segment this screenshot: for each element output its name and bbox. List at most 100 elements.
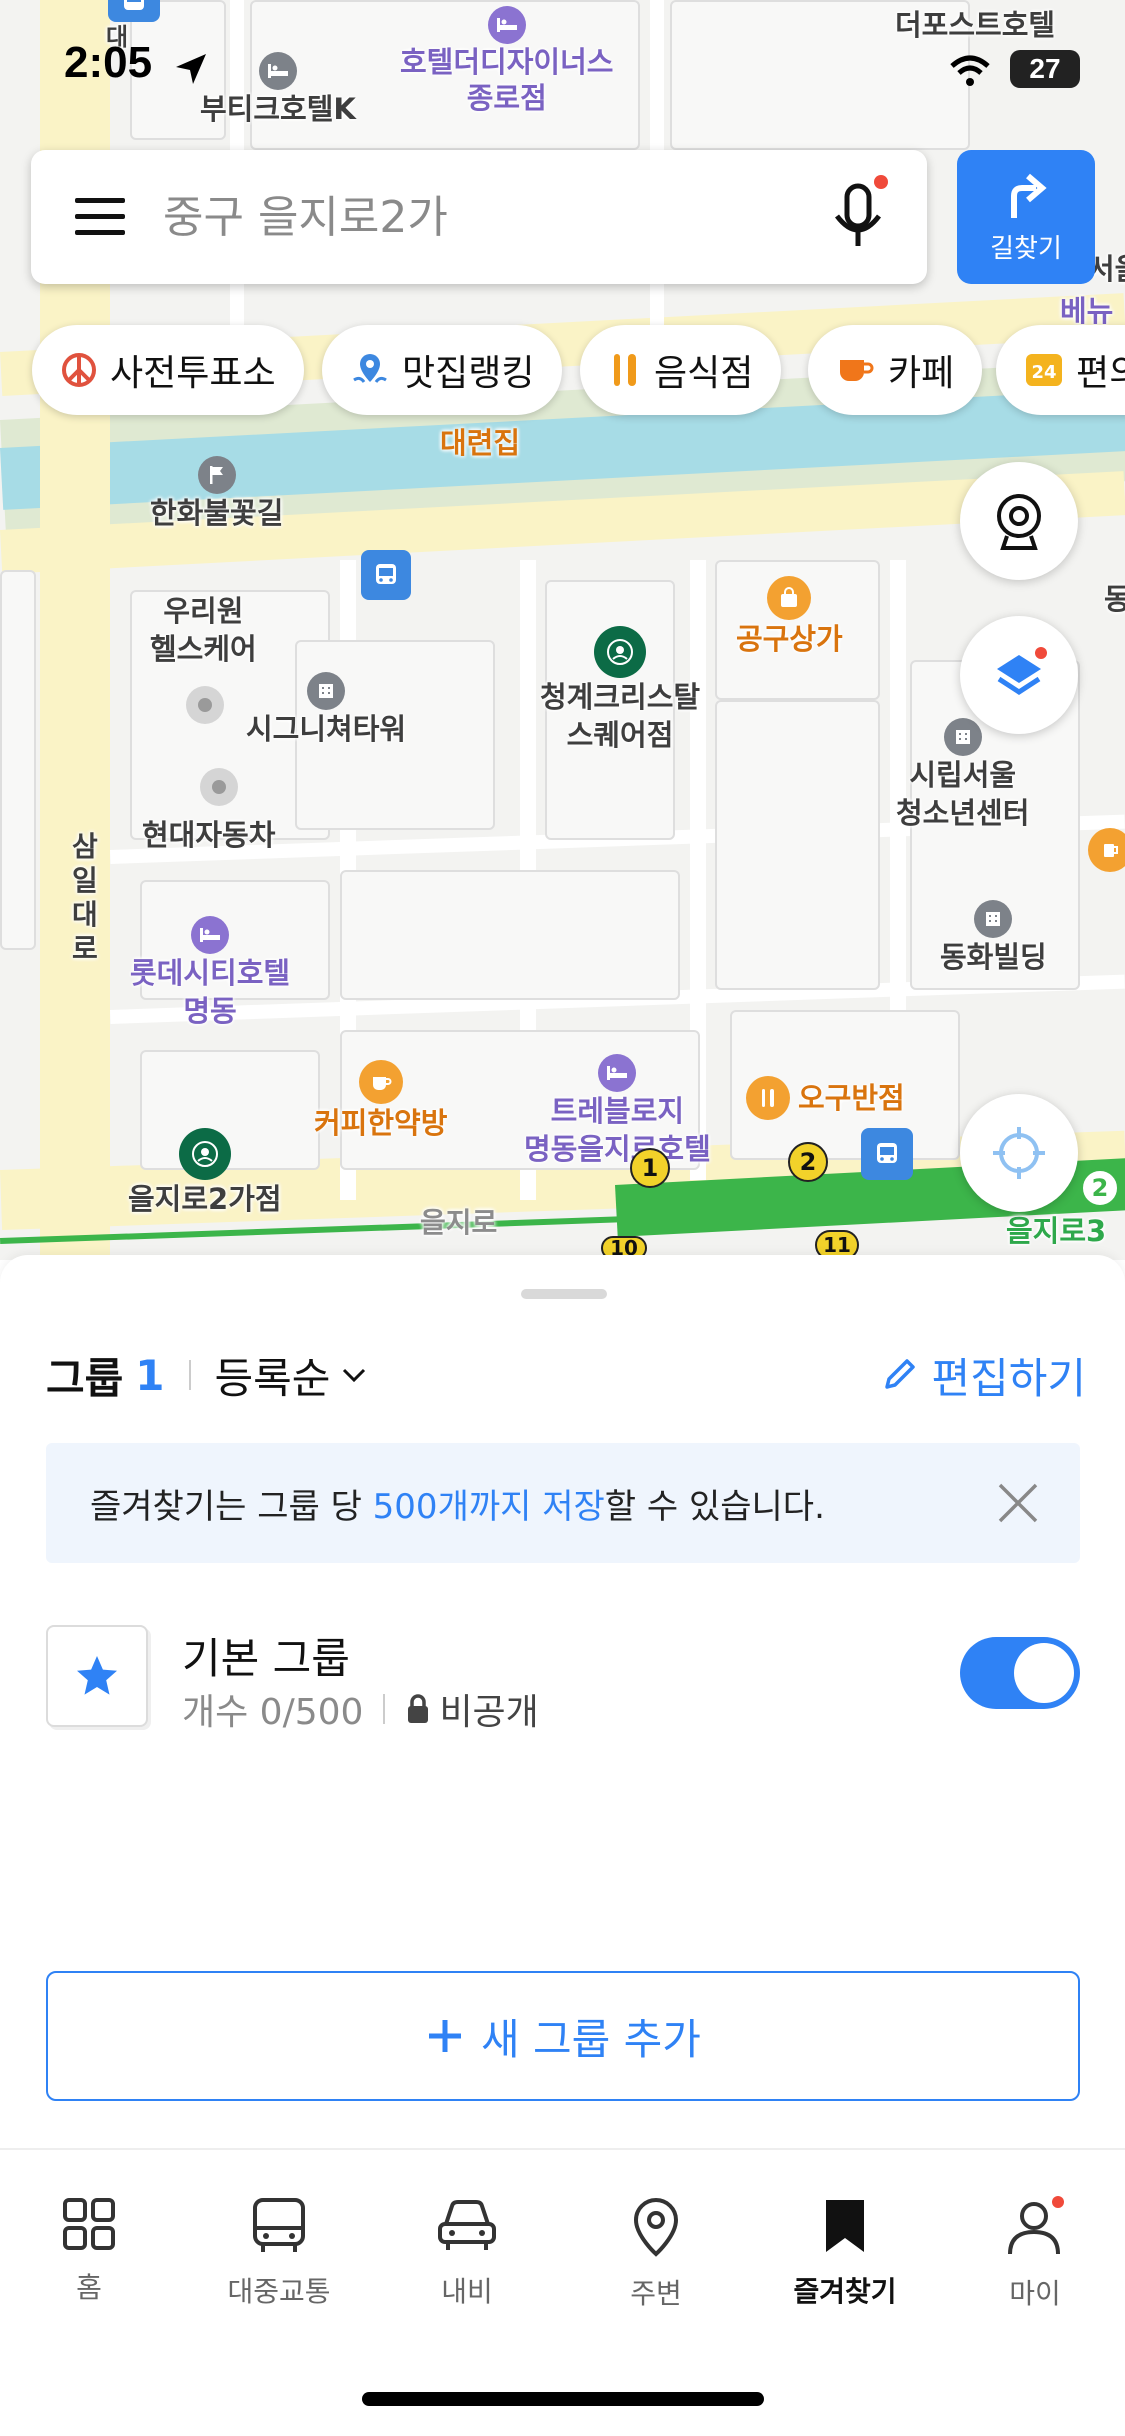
group-thumbnail	[46, 1625, 148, 1727]
beer-icon	[1088, 828, 1125, 872]
poi-hanwha[interactable]: 한화불꽃길	[150, 456, 283, 532]
place-dot-icon	[186, 686, 224, 724]
battery-indicator: 27	[1010, 50, 1080, 88]
tab-transit[interactable]: 대중교통	[204, 2196, 354, 2310]
edit-button[interactable]: 편집하기	[879, 1345, 1086, 1405]
chip-convenience[interactable]: 24 편의	[996, 325, 1125, 415]
tab-navigation[interactable]: 내비	[392, 2196, 542, 2310]
add-group-button[interactable]: 새 그룹 추가	[46, 1971, 1080, 2101]
person-icon	[1008, 2196, 1064, 2255]
sort-label: 등록순	[214, 1353, 331, 1403]
notice-text: 즐겨찾기는 그룹 당 500개까지 저장할 수 있습니다.	[90, 1486, 825, 1527]
search-bar[interactable]	[31, 150, 927, 284]
map-layers-button[interactable]	[960, 616, 1078, 734]
group-visibility-toggle[interactable]	[960, 1637, 1080, 1709]
flag-icon	[197, 456, 236, 494]
chip-restaurants[interactable]: 음식점	[580, 325, 782, 415]
tab-my[interactable]: 마이	[960, 2196, 1110, 2312]
svg-text:24: 24	[1031, 362, 1056, 383]
turn-arrow-icon	[1011, 173, 1047, 218]
building-icon	[943, 718, 982, 756]
poi-donghwa-building[interactable]: 동화빌딩	[940, 900, 1047, 976]
street-view-button[interactable]	[960, 462, 1078, 580]
shopping-bag-icon	[767, 576, 812, 620]
pencil-icon	[885, 1359, 916, 1389]
bus-stop-icon[interactable]	[361, 550, 411, 600]
star-icon	[77, 1656, 117, 1695]
tab-nearby[interactable]: 주변	[581, 2196, 731, 2312]
map-block	[0, 570, 36, 950]
chip-early-voting[interactable]: 사전투표소	[32, 325, 304, 415]
close-icon[interactable]	[996, 1481, 1040, 1525]
group-meta: 개수 0/500 비공개	[182, 1683, 539, 1735]
bookmark-icon	[826, 2200, 864, 2252]
map-block	[715, 700, 880, 990]
category-chips: 사전투표소 맛집랭킹 음식점 카페 24 편의	[0, 325, 1125, 415]
directions-label: 길찾기	[990, 233, 1062, 264]
group-count: 1	[135, 1350, 165, 1400]
hamburger-menu-icon[interactable]	[73, 194, 127, 240]
divider	[188, 1360, 191, 1390]
subway-line-badge[interactable]: 2	[1080, 1168, 1120, 1208]
microphone-icon[interactable]	[827, 172, 891, 262]
24h-icon: 24	[1024, 350, 1064, 390]
crosshair-icon	[993, 1127, 1045, 1179]
starbucks-icon	[178, 1128, 231, 1180]
poi-cheonggye-crystal[interactable]: 청계크리스탈 스퀘어점	[540, 626, 700, 754]
poi-label-uriwon: 우리원 헬스케어	[150, 594, 257, 666]
poi-label-hyundai: 현대자동차	[142, 818, 276, 852]
grid-icon	[63, 2198, 115, 2250]
building-icon	[974, 900, 1013, 938]
road-label-euljiro: 을지로	[420, 1206, 498, 1239]
chip-restaurant-ranking[interactable]: 맛집랭킹	[322, 325, 563, 415]
subway-exit-badge[interactable]: 2	[788, 1142, 828, 1182]
poi-label-partial-dong: 동	[1104, 582, 1125, 616]
place-dot-icon	[200, 768, 238, 806]
directions-button[interactable]: 길찾기	[957, 150, 1095, 284]
poi-gonggu-mall[interactable]: 공구상가	[736, 576, 843, 658]
plus-icon	[429, 2020, 462, 2052]
sort-dropdown[interactable]: 등록순	[215, 1345, 367, 1406]
location-pin-icon	[633, 2197, 679, 2257]
tab-favorites[interactable]: 즐겨찾기	[770, 2196, 920, 2310]
poi-ogu-banjeom[interactable]: 오구반점	[746, 1076, 905, 1120]
search-input[interactable]	[163, 186, 823, 248]
road-label-samil: 삼일대로	[72, 830, 98, 965]
restaurant-icon	[608, 350, 642, 390]
status-time: 2:05	[64, 38, 153, 87]
station-label-euljiro3: 을지로3	[1006, 1214, 1107, 1248]
subway-exit-badge[interactable]: 1	[630, 1148, 670, 1188]
poi-signature-tower[interactable]: 시그니쳐타워	[246, 672, 406, 748]
group-item[interactable]: 기본 그룹 개수 0/500 비공개	[46, 1625, 1080, 1735]
restaurant-icon	[746, 1076, 790, 1120]
street-view-icon	[997, 494, 1041, 550]
sheet-drag-handle[interactable]	[521, 1289, 607, 1299]
coffee-icon	[358, 1060, 403, 1104]
group-name: 기본 그룹	[182, 1634, 350, 1683]
divider	[383, 1694, 386, 1724]
chevron-down-icon	[343, 1368, 366, 1383]
bus-icon	[253, 2198, 305, 2252]
poi-youth-center[interactable]: 시립서울 청소년센터	[896, 718, 1029, 832]
vote-icon	[60, 351, 98, 389]
hotel-icon	[191, 916, 230, 954]
home-indicator	[362, 2392, 764, 2406]
layers-icon	[997, 647, 1047, 695]
wifi-icon	[950, 55, 990, 86]
poi-lotte-city-hotel[interactable]: 롯데시티호텔 명동	[130, 916, 290, 1030]
chip-cafe[interactable]: 카페	[808, 325, 983, 415]
lock-icon	[408, 1694, 429, 1723]
poi-travelodge[interactable]: 트레블로지 명동을지로호텔	[524, 1054, 711, 1168]
tab-home[interactable]: 홈	[14, 2196, 164, 2306]
poi-euljiro2-starbucks[interactable]: 을지로2가점	[128, 1128, 282, 1218]
location-arrow-icon	[176, 54, 206, 84]
map-block	[340, 870, 680, 1000]
group-item-count: 개수 0/500	[182, 1692, 364, 1733]
building-icon	[307, 672, 346, 710]
toggle-knob	[1014, 1643, 1074, 1703]
sheet-header: 그룹 1 등록순 편집하기	[46, 1345, 1086, 1405]
poi-coffee-hanyakbang[interactable]: 커피한약방	[314, 1060, 447, 1142]
bus-stop-icon[interactable]	[861, 1128, 913, 1180]
pin-icon	[350, 350, 390, 390]
my-location-button[interactable]	[960, 1094, 1078, 1212]
